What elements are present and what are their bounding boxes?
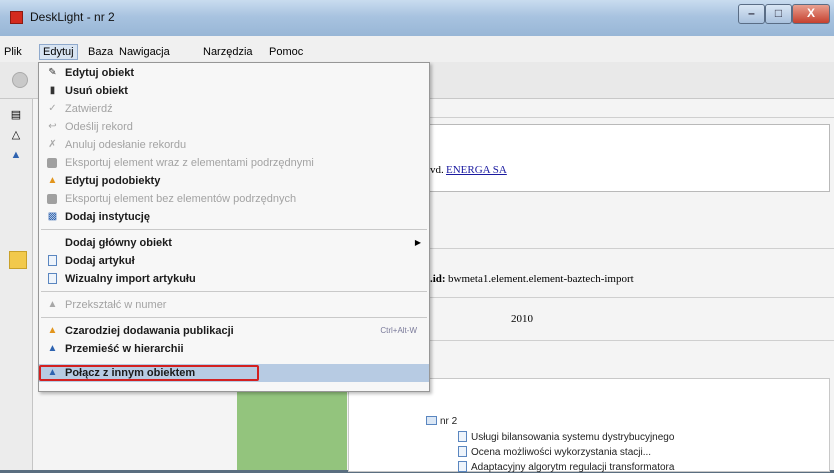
tree-item[interactable]: Usługi bilansowania systemu dystrybucyjn… [458, 431, 674, 443]
id-label: .id: [430, 273, 446, 285]
window-title: DeskLight - nr 2 [30, 10, 115, 24]
menu-edytuj[interactable]: Edytuj [39, 44, 78, 60]
wizard-icon: ▲ [47, 325, 58, 336]
title-bar[interactable]: DeskLight - nr 2 – □ X [0, 0, 834, 36]
menu-item-approve: ✓ Zatwierdź [48, 103, 113, 115]
submenu-arrow-icon: ▶ [414, 238, 421, 247]
menu-separator [41, 229, 427, 230]
menu-item-convert-to-issue: ▲ Przekształć w numer [47, 299, 167, 311]
database-icon[interactable]: ▤ [10, 109, 22, 121]
menu-item-delete-object[interactable]: ▮ Usuń obiekt [39, 82, 429, 100]
tree-item-label: Ocena możliwości wykorzystania stacji... [471, 447, 652, 458]
menu-separator [41, 291, 427, 292]
export-icon [47, 158, 57, 168]
hierarchy-icon: ▲ [47, 343, 58, 354]
menu-item-add-main-object[interactable]: Dodaj główny obiekt ▶ [39, 234, 429, 252]
app-window: DeskLight - nr 2 – □ X Plik Edytuj Baza … [0, 0, 834, 473]
tree-item-label: Usługi bilansowania systemu dystrybucyjn… [471, 432, 675, 443]
document-icon [48, 273, 57, 284]
publisher-link[interactable]: ENERGA SA [446, 164, 507, 176]
maximize-button[interactable]: □ [765, 4, 792, 24]
document-icon [458, 446, 467, 457]
wizard-icon: ▲ [47, 175, 58, 186]
document-icon [458, 461, 467, 472]
menu-narzedzia[interactable]: Narzędzia [203, 46, 253, 58]
menu-item-send-back-record: ↩ Odeślij rekord [48, 121, 133, 133]
tree-root-label: nr 2 [440, 416, 458, 427]
shortcut-label: Ctrl+Alt-W [380, 326, 417, 335]
menu-item-edit-object[interactable]: ✎ Edytuj obiekt [39, 64, 429, 82]
year-value: 2010 [511, 313, 533, 325]
refresh-icon[interactable] [12, 72, 28, 88]
send-back-icon: ↩ [48, 121, 57, 132]
trash-icon: ▮ [49, 85, 56, 96]
menu-bar: Plik Edytuj Baza Nawigacja Narzędzia Pom… [0, 44, 834, 62]
menu-item-visual-import[interactable]: Wizualny import artykułu [39, 270, 429, 288]
menu-item-publication-wizard[interactable]: ▲ Czarodziej dodawania publikacji Ctrl+A… [39, 322, 429, 340]
hierarchy-icon[interactable]: ▲ [10, 149, 22, 161]
menu-item-export-with-children: Eksportuj element wraz z elementami podr… [39, 154, 429, 172]
menu-item-merge-with-object[interactable]: ▲ Połącz z innym obiektem [39, 364, 429, 382]
menu-item-add-institution[interactable]: ▩ Dodaj instytucję [39, 208, 429, 226]
menu-item-move-in-hierarchy[interactable]: ▲ Przemieść w hierarchii [39, 340, 429, 358]
menu-nawigacja[interactable]: Nawigacja [119, 46, 170, 58]
cancel-send-icon: ✗ [48, 139, 57, 150]
checkmark-icon: ✓ [48, 103, 57, 114]
document-icon [458, 431, 467, 442]
id-value: bwmeta1.element.element-baztech-import [448, 273, 634, 285]
hierarchy-icon: ▲ [47, 299, 58, 310]
minimize-button[interactable]: – [738, 4, 765, 24]
menu-item-add-article[interactable]: Dodaj artykuł [39, 252, 429, 270]
book-icon [426, 416, 437, 425]
tree-item-label: Adaptacyjny algorytm regulacji transform… [471, 462, 675, 473]
menu-item-edit-subobjects[interactable]: ▲ Edytuj podobiekty [39, 172, 429, 190]
menu-item-cancel-send: ✗ Anuluj odesłanie rekordu [48, 139, 187, 151]
close-button[interactable]: X [792, 4, 830, 24]
menu-plik[interactable]: Plik [4, 46, 22, 58]
tree-root[interactable]: nr 2 [426, 416, 457, 427]
left-sidebar: ▤ △ ▲ [0, 99, 33, 470]
navigation-icon[interactable]: △ [10, 129, 22, 141]
annotation-highlight-box [39, 365, 259, 381]
tree-item[interactable]: Ocena możliwości wykorzystania stacji... [458, 446, 651, 458]
menu-separator [41, 317, 427, 318]
edit-icon: ✎ [48, 67, 57, 78]
export-icon [47, 194, 57, 204]
menu-pomoc[interactable]: Pomoc [269, 46, 303, 58]
favorites-icon[interactable] [9, 251, 27, 269]
document-icon [48, 255, 57, 266]
menu-baza[interactable]: Baza [88, 46, 113, 58]
institution-icon: ▩ [47, 211, 58, 222]
edit-menu: ✎ Edytuj obiekt ▮ Usuń obiekt ✓ Zatwierd… [38, 62, 430, 392]
menu-item-export-without-children: Eksportuj element bez elementów podrzędn… [39, 190, 429, 208]
publisher-prefix: vd. [430, 164, 444, 176]
app-logo-icon [10, 11, 23, 24]
tree-item[interactable]: Adaptacyjny algorytm regulacji transform… [458, 461, 674, 473]
